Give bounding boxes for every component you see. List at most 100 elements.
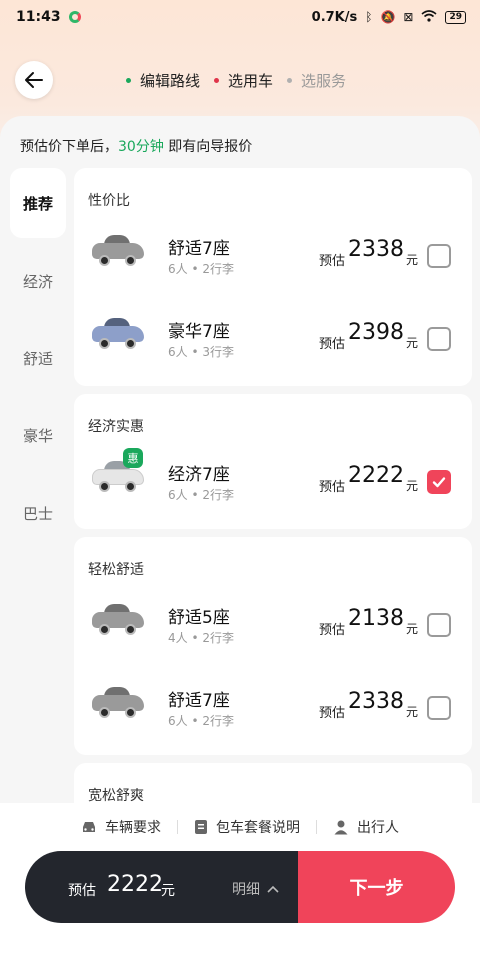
estimate-label: 预估 <box>319 706 346 721</box>
select-checkbox[interactable] <box>427 244 451 268</box>
back-button[interactable] <box>15 61 53 99</box>
car-option[interactable]: 舒适5座 4人 • 2行李 预估 2138 元 <box>74 589 472 669</box>
car-option[interactable]: 舒适7座 6人 • 2行李 预估 2338 元 <box>74 220 472 300</box>
group-card-comfort: 轻松舒适 舒适5座 4人 • 2行李 预估 2138 元 舒适7座 6人 • 2… <box>74 537 472 755</box>
car-image <box>92 235 144 267</box>
arrow-left-icon <box>25 72 43 88</box>
status-bar: 11:43 0.7K/s ᛒ 🔕 ⊠ 29 <box>0 0 480 34</box>
car-capacity: 6人 • 3行李 <box>168 345 234 359</box>
bluetooth-icon: ᛒ <box>365 10 373 24</box>
car-option[interactable]: 豪华7座 6人 • 3行李 预估 2398 元 <box>74 303 472 383</box>
total-price: 2222 <box>107 872 163 897</box>
next-step-button[interactable]: 下一步 <box>298 851 455 923</box>
price-unit: 元 <box>406 479 419 493</box>
notice-highlight: 30分钟 <box>118 139 164 155</box>
mute-icon: 🔕 <box>380 10 396 24</box>
sidebar-item-comfort[interactable]: 舒适 <box>10 323 66 393</box>
group-card-economy: 经济实惠 惠 经济7座 6人 • 2行李 预估 2222 元 <box>74 394 472 529</box>
divider <box>177 820 178 834</box>
car-price: 2222 <box>348 463 404 488</box>
traveler-link[interactable]: 出行人 <box>333 817 399 837</box>
step-dot <box>214 78 220 83</box>
step-dot <box>126 78 131 83</box>
notice-suffix: 即有向导报价 <box>163 139 253 155</box>
sidebar-item-economy[interactable]: 经济 <box>10 246 66 316</box>
price-unit: 元 <box>406 336 419 350</box>
group-card-value: 性价比 舒适7座 6人 • 2行李 预估 2338 元 豪华7座 6人 • 3行… <box>74 168 472 386</box>
car-name: 舒适7座 <box>168 691 230 711</box>
chevron-up-icon <box>267 885 279 893</box>
car-name: 经济7座 <box>168 465 230 485</box>
package-info-link[interactable]: 包车套餐说明 <box>194 817 300 837</box>
document-icon <box>194 819 208 835</box>
car-icon <box>81 820 97 834</box>
divider <box>316 820 317 834</box>
car-name: 舒适5座 <box>168 608 230 628</box>
car-price: 2338 <box>348 237 404 262</box>
price-unit: 元 <box>406 705 419 719</box>
car-image <box>92 318 144 350</box>
price-detail-toggle[interactable]: 明细 <box>232 879 280 899</box>
step-label: 选用车 <box>228 72 274 90</box>
detail-label: 明细 <box>232 882 260 898</box>
main-panel: 预估价下单后，30分钟 即有向导报价 推荐 经济 舒适 豪华 巴士 性价比 舒适… <box>0 116 480 823</box>
notice-prefix: 预估价下单后， <box>20 139 118 155</box>
status-time: 11:43 <box>16 9 61 25</box>
step-choose-car: 选用车 <box>214 70 273 91</box>
link-label: 出行人 <box>357 820 399 836</box>
group-title: 性价比 <box>88 193 130 209</box>
select-checkbox-checked[interactable] <box>427 470 451 494</box>
car-price: 2138 <box>348 606 404 631</box>
wifi-icon <box>421 9 437 25</box>
car-name: 豪华7座 <box>168 322 230 342</box>
sidebar-item-luxury[interactable]: 豪华 <box>10 400 66 470</box>
step-label: 编辑路线 <box>140 72 201 90</box>
check-icon <box>432 477 446 488</box>
progress-steps: 编辑路线 选用车 选服务 <box>126 70 360 91</box>
vehicle-requirements-link[interactable]: 车辆要求 <box>81 817 161 837</box>
group-title: 经济实惠 <box>88 419 144 435</box>
car-price: 2338 <box>348 689 404 714</box>
quote-notice: 预估价下单后，30分钟 即有向导报价 <box>20 136 252 156</box>
car-price: 2398 <box>348 320 404 345</box>
group-title: 宽松舒爽 <box>88 788 144 804</box>
sim-icon: ⊠ <box>403 10 414 24</box>
app-notification-icon <box>68 11 81 23</box>
car-option[interactable]: 惠 经济7座 6人 • 2行李 预估 2222 元 <box>74 446 472 526</box>
price-unit: 元 <box>161 883 175 899</box>
net-speed: 0.7K/s <box>311 9 358 25</box>
car-capacity: 6人 • 2行李 <box>168 714 234 728</box>
discount-badge: 惠 <box>123 448 143 468</box>
car-capacity: 6人 • 2行李 <box>168 262 234 276</box>
person-icon <box>333 819 349 835</box>
price-unit: 元 <box>406 622 419 636</box>
sidebar-item-recommended[interactable]: 推荐 <box>10 168 66 238</box>
step-edit-route: 编辑路线 <box>126 70 200 91</box>
top-navigation: 编辑路线 选用车 选服务 <box>0 52 480 108</box>
step-dot <box>287 78 293 83</box>
link-label: 车辆要求 <box>105 820 161 836</box>
bottom-panel: 车辆要求 包车套餐说明 出行人 预估 2222 元 明细 下一步 <box>0 803 480 960</box>
car-image <box>92 687 144 719</box>
price-unit: 元 <box>406 253 419 267</box>
checkout-bar: 预估 2222 元 明细 下一步 <box>25 851 455 923</box>
car-option[interactable]: 舒适7座 6人 • 2行李 预估 2338 元 <box>74 672 472 752</box>
car-capacity: 4人 • 2行李 <box>168 631 234 645</box>
sidebar-item-bus[interactable]: 巴士 <box>10 478 66 548</box>
car-capacity: 6人 • 2行李 <box>168 488 234 502</box>
link-label: 包车套餐说明 <box>216 820 300 836</box>
price-summary: 预估 2222 元 明细 <box>25 851 298 923</box>
select-checkbox[interactable] <box>427 327 451 351</box>
info-links: 车辆要求 包车套餐说明 出行人 <box>0 815 480 839</box>
estimate-label: 预估 <box>68 883 96 899</box>
estimate-label: 预估 <box>319 480 346 495</box>
car-image <box>92 604 144 636</box>
estimate-label: 预估 <box>319 623 346 638</box>
estimate-label: 预估 <box>319 337 346 352</box>
car-name: 舒适7座 <box>168 239 230 259</box>
estimate-label: 预估 <box>319 254 346 269</box>
battery-icon: 29 <box>445 10 466 24</box>
select-checkbox[interactable] <box>427 696 451 720</box>
select-checkbox[interactable] <box>427 613 451 637</box>
step-choose-service: 选服务 <box>287 70 346 91</box>
